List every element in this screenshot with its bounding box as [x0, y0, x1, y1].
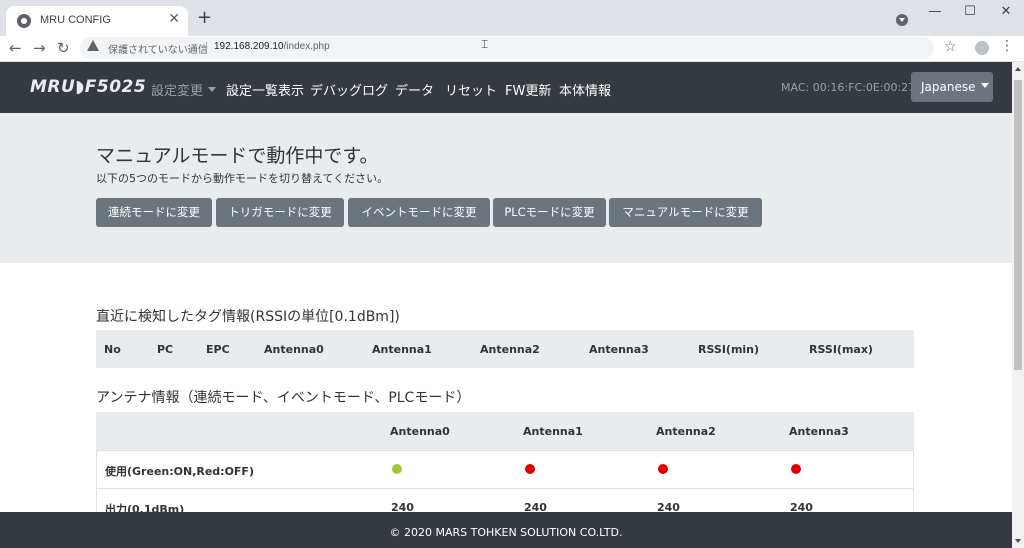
tag-col-no: No — [104, 343, 121, 356]
tag-col-antenna0: Antenna0 — [264, 343, 324, 356]
back-button[interactable]: ← — [9, 38, 22, 58]
tag-section-title: 直近に検知したタグ情報(RSSIの単位[0.1dBm]) — [96, 309, 400, 325]
tag-col-pc: PC — [157, 343, 174, 356]
chevron-down-icon — [980, 83, 989, 88]
nav-device-info[interactable]: 本体情報 — [559, 80, 611, 99]
antenna-col-0: Antenna0 — [390, 425, 450, 438]
antenna-table-header: Antenna0 Antenna1 Antenna2 Antenna3 — [96, 412, 914, 450]
tab-search-icon[interactable] — [896, 14, 908, 26]
page-scrollbar[interactable] — [1012, 62, 1024, 548]
antenna0-status-dot — [392, 464, 402, 474]
site-navbar: MRU◗F5025 設定変更 設定一覧表示 デバッグログ データ リセット FW… — [0, 62, 1012, 113]
browser-menu-icon[interactable]: ⋮ — [1000, 38, 1014, 54]
usage-label: 使用(Green:ON,Red:OFF) — [105, 465, 254, 478]
settings-dropdown-label: 設定変更 — [151, 84, 204, 99]
globe-icon — [17, 14, 31, 28]
url-host: 192.168.209.10 — [214, 41, 284, 52]
tab-close-icon[interactable]: ✕ — [168, 11, 180, 27]
tag-col-epc: EPC — [206, 343, 230, 356]
language-label: Japanese — [921, 80, 976, 94]
antenna-section-title: アンテナ情報（連続モード、イベントモード、PLCモード） — [96, 390, 471, 406]
browser-tabstrip: MRU CONFIG ✕ + — ☐ ✕ — [0, 0, 1024, 36]
new-tab-button[interactable]: + — [197, 8, 212, 28]
browser-toolbar: ← → ↻ 保護されていない通信 192.168.209.10/index.ph… — [0, 36, 1024, 62]
copyright-text: © 2020 MARS TOHKEN SOLUTION CO.LTD. — [389, 526, 623, 539]
plc-mode-button[interactable]: PLCモードに変更 — [493, 198, 606, 227]
nav-reset[interactable]: リセット — [445, 80, 497, 99]
antenna2-status-dot — [658, 464, 668, 474]
continuous-mode-button[interactable]: 連続モードに変更 — [96, 198, 212, 227]
tag-col-antenna2: Antenna2 — [480, 343, 540, 356]
nav-fw-update[interactable]: FW更新 — [505, 80, 551, 99]
bookmark-star-icon[interactable]: ☆ — [944, 39, 957, 55]
mode-panel: マニュアルモードで動作中です。 以下の5つのモードから動作モードを切り替えてくだ… — [0, 113, 1012, 263]
trigger-mode-button[interactable]: トリガモードに変更 — [216, 198, 344, 227]
tag-col-rssi-max: RSSI(max) — [809, 343, 873, 356]
antenna-col-1: Antenna1 — [523, 425, 583, 438]
event-mode-button[interactable]: イベントモードに変更 — [348, 198, 490, 227]
tag-col-antenna3: Antenna3 — [589, 343, 649, 356]
nav-settings-list[interactable]: 設定一覧表示 — [226, 80, 304, 99]
address-bar[interactable]: 保護されていない通信 192.168.209.10/index.php — [80, 37, 934, 59]
url-text[interactable]: 192.168.209.10/index.php — [214, 41, 330, 52]
browser-tab[interactable]: MRU CONFIG ✕ — [6, 6, 188, 36]
antenna-col-3: Antenna3 — [789, 425, 849, 438]
reload-button[interactable]: ↻ — [57, 38, 70, 58]
warning-icon[interactable] — [87, 40, 99, 51]
tab-title: MRU CONFIG — [40, 14, 111, 26]
site-footer: © 2020 MARS TOHKEN SOLUTION CO.LTD. — [0, 512, 1012, 548]
brand-logo[interactable]: MRU◗F5025 — [30, 77, 146, 97]
forward-button[interactable]: → — [33, 38, 46, 58]
mouse-cursor-icon: ⌶ — [481, 37, 489, 51]
antenna1-status-dot — [525, 464, 535, 474]
chevron-down-icon — [208, 87, 217, 92]
close-window-button[interactable]: ✕ — [996, 4, 1016, 19]
scroll-thumb[interactable] — [1014, 80, 1022, 370]
mode-status-title: マニュアルモードで動作中です。 — [96, 145, 379, 167]
nav-data[interactable]: データ — [395, 80, 434, 99]
nav-debug-log[interactable]: デバッグログ — [310, 80, 388, 99]
minimize-button[interactable]: — — [925, 4, 945, 19]
mode-instruction: 以下の5つのモードから動作モードを切り替えてください。 — [96, 172, 389, 185]
tag-table-header: No PC EPC Antenna0 Antenna1 Antenna2 Ant… — [96, 330, 914, 368]
antenna-col-2: Antenna2 — [656, 425, 716, 438]
antenna3-status-dot — [791, 464, 801, 474]
tag-col-rssi-min: RSSI(min) — [698, 343, 760, 356]
table-row: 使用(Green:ON,Red:OFF) — [96, 450, 914, 488]
manual-mode-button[interactable]: マニュアルモードに変更 — [609, 198, 762, 227]
settings-dropdown[interactable]: 設定変更 — [151, 80, 217, 99]
address-separator — [206, 42, 207, 54]
maximize-button[interactable]: ☐ — [960, 4, 980, 19]
scroll-up-icon[interactable] — [1015, 67, 1021, 71]
profile-icon[interactable] — [975, 41, 989, 55]
language-dropdown[interactable]: Japanese — [911, 72, 993, 102]
tag-col-antenna1: Antenna1 — [372, 343, 432, 356]
mac-address: MAC: 00:16:FC:0E:00:27 — [781, 81, 916, 94]
url-path: /index.php — [283, 41, 330, 52]
insecure-label[interactable]: 保護されていない通信 — [108, 41, 208, 56]
scroll-down-icon[interactable] — [1015, 539, 1021, 543]
